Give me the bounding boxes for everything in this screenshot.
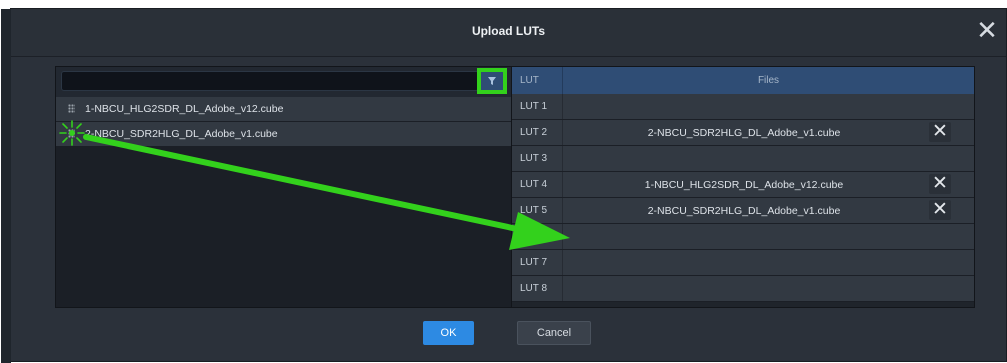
lut-label: LUT 8 <box>520 283 548 294</box>
lut-row[interactable]: LUT 7 <box>512 250 974 276</box>
lut-label: LUT 4 <box>520 179 548 190</box>
row-divider <box>562 224 563 249</box>
search-row <box>56 67 511 97</box>
dialog-title: Upload LUTs <box>471 24 546 38</box>
file-name: 1-NBCU_HLG2SDR_DL_Adobe_v12.cube <box>85 103 284 115</box>
filter-icon <box>488 77 496 85</box>
lut-label: LUT 5 <box>520 205 548 216</box>
remove-icon[interactable]: ✕ <box>929 122 951 142</box>
lut-row[interactable]: LUT 8 <box>512 276 974 302</box>
lut-row[interactable]: LUT 1 <box>512 94 974 120</box>
lut-row[interactable]: LUT 2 2-NBCU_SDR2HLG_DL_Adobe_v1.cube ✕ <box>512 120 974 146</box>
lut-file-name: 2-NBCU_SDR2HLG_DL_Adobe_v1.cube <box>647 205 841 217</box>
cancel-button[interactable]: Cancel <box>517 321 591 345</box>
dialog-left-edge <box>1 9 11 363</box>
dialog-header: Upload LUTs ✕ <box>11 9 1006 57</box>
lut-file-name: 2-NBCU_SDR2HLG_DL_Adobe_v1.cube <box>647 127 841 139</box>
lut-label: LUT 1 <box>520 101 548 112</box>
search-input[interactable] <box>61 71 479 91</box>
cursor-highlight-icon <box>59 120 85 146</box>
row-divider <box>562 146 563 171</box>
lut-label: LUT 2 <box>520 127 548 138</box>
file-list-item[interactable]: 2-NBCU_SDR2HLG_DL_Adobe_v1.cube <box>56 120 511 147</box>
lut-table: LUT Files LUT 1 LUT 2 2-NBCU_SDR2HLG_DL_… <box>511 66 975 308</box>
remove-icon[interactable]: ✕ <box>929 200 951 220</box>
lut-table-header: LUT Files <box>512 67 974 94</box>
close-icon[interactable]: ✕ <box>976 17 998 43</box>
page-background-strip <box>0 0 1007 8</box>
column-header-lut: LUT <box>520 75 539 86</box>
filter-button[interactable] <box>477 68 507 94</box>
drag-handle-icon[interactable] <box>68 104 75 113</box>
row-divider <box>562 276 563 301</box>
row-divider <box>562 94 563 119</box>
column-header-files: Files <box>757 75 780 86</box>
file-list-item[interactable]: 1-NBCU_HLG2SDR_DL_Adobe_v12.cube <box>56 97 511 122</box>
lut-row[interactable]: LUT 5 2-NBCU_SDR2HLG_DL_Adobe_v1.cube ✕ <box>512 198 974 224</box>
lut-row[interactable]: LUT 3 <box>512 146 974 172</box>
lut-label: LUT 3 <box>520 153 548 164</box>
lut-row[interactable]: LUT 4 1-NBCU_HLG2SDR_DL_Adobe_v12.cube ✕ <box>512 172 974 198</box>
row-divider <box>562 250 563 275</box>
ok-button[interactable]: OK <box>423 321 474 345</box>
lut-file-name: 1-NBCU_HLG2SDR_DL_Adobe_v12.cube <box>644 179 844 191</box>
lut-label: LUT 7 <box>520 257 548 268</box>
upload-luts-dialog: Upload LUTs ✕ 1-NBCU_HLG2SDR_DL_Adobe_v1… <box>1 8 1007 363</box>
file-name: 2-NBCU_SDR2HLG_DL_Adobe_v1.cube <box>85 128 278 140</box>
file-list-panel: 1-NBCU_HLG2SDR_DL_Adobe_v12.cube 2-NBCU_… <box>55 66 512 308</box>
lut-row[interactable] <box>512 224 974 250</box>
remove-icon[interactable]: ✕ <box>929 174 951 194</box>
